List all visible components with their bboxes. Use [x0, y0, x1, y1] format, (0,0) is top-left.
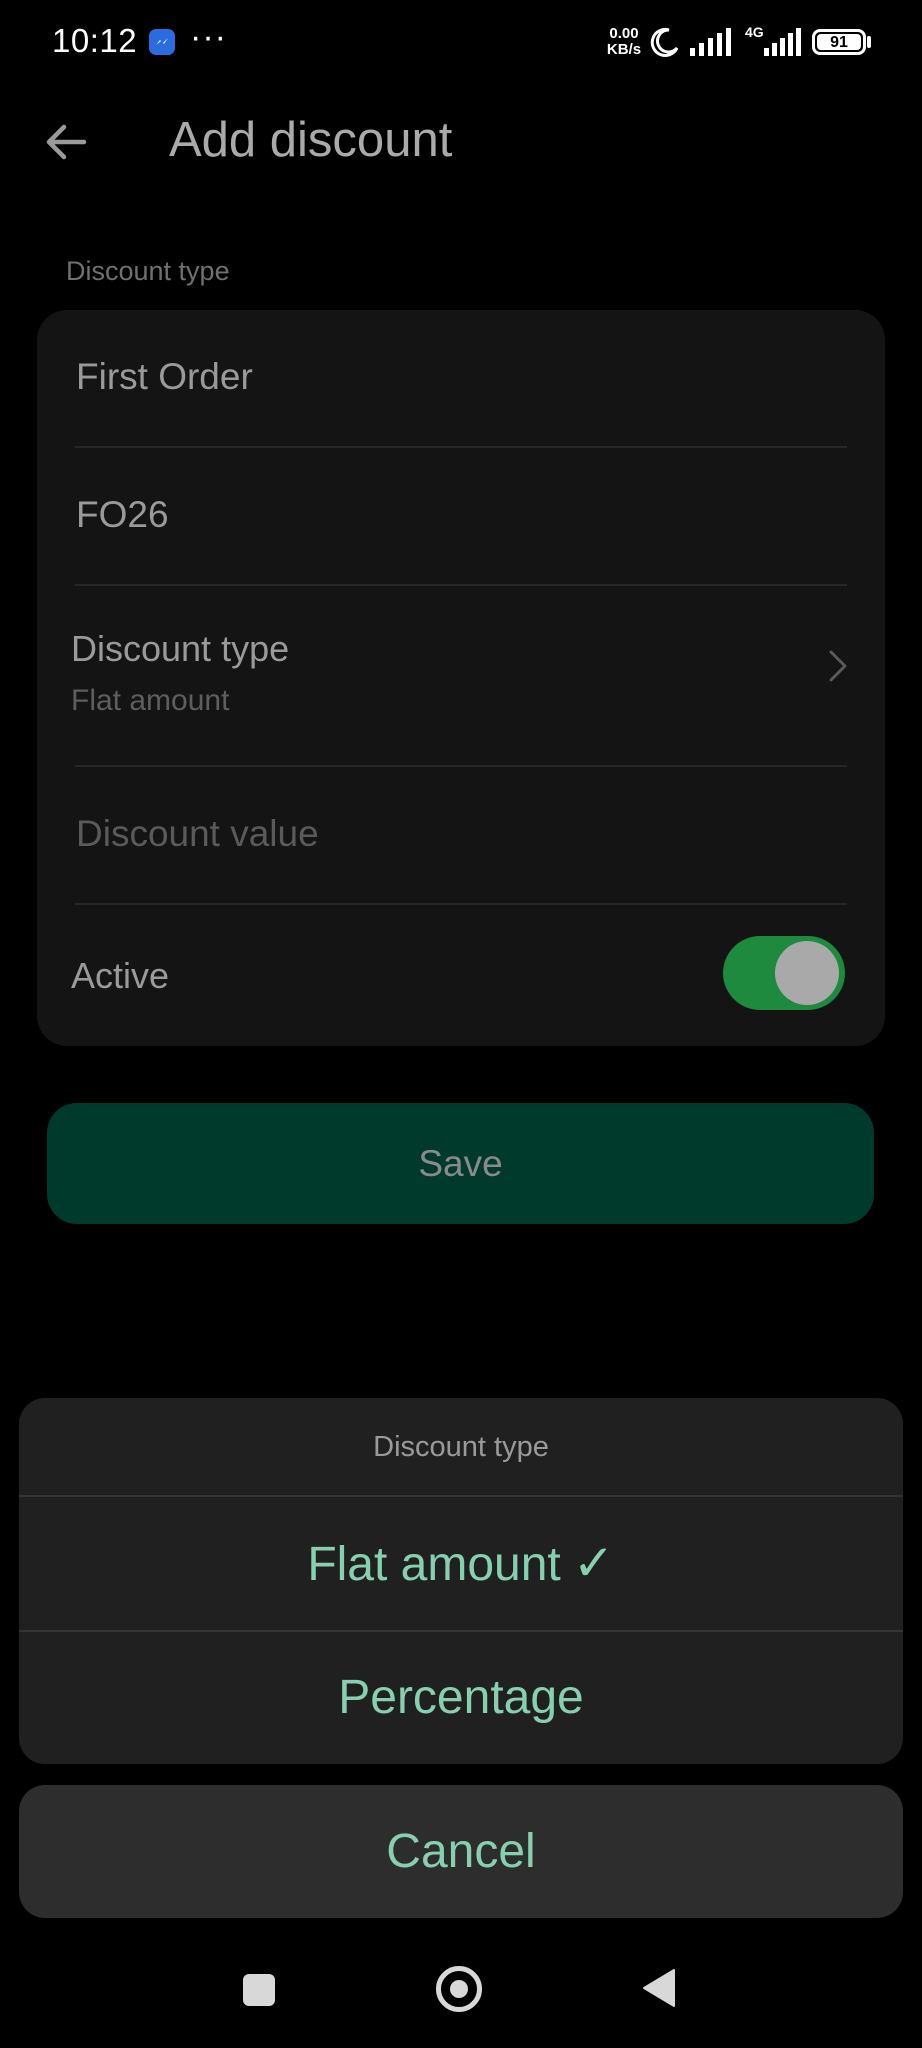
nav-back-icon[interactable] — [642, 1968, 676, 2008]
net-speed-unit: KB/s — [606, 41, 642, 58]
code-value: FO26 — [76, 494, 169, 535]
net-speed-value: 0.00 — [609, 25, 639, 42]
option-label: Percentage — [338, 1671, 584, 1724]
more-notifications-icon: ··· — [190, 18, 227, 56]
name-value: First Order — [76, 356, 253, 397]
discount-value-placeholder: Discount value — [76, 813, 319, 854]
toggle-knob — [775, 941, 839, 1005]
option-label: Flat amount — [307, 1538, 561, 1591]
back-arrow-icon[interactable] — [40, 116, 92, 168]
save-button[interactable]: Save — [47, 1103, 874, 1224]
discount-value-field[interactable]: Discount value — [37, 767, 885, 905]
screen: 10:12 ··· 0.00 KB/s 4G 91 Add discount D… — [0, 0, 922, 2048]
status-time: 10:12 — [52, 22, 138, 59]
nav-home-icon[interactable] — [436, 1966, 482, 2012]
discount-type-row[interactable]: Discount type Flat amount — [37, 586, 885, 766]
option-percentage[interactable]: Percentage — [19, 1632, 903, 1764]
active-row: Active — [37, 905, 885, 1046]
signal-icon-2 — [764, 28, 801, 56]
signal-icon — [690, 28, 731, 56]
option-flat-amount[interactable]: Flat amount ✓ — [19, 1497, 903, 1630]
active-toggle[interactable] — [723, 936, 845, 1010]
discount-type-label: Discount type — [71, 628, 290, 669]
discount-form-card: First Order FO26 Discount type Flat amou… — [37, 310, 885, 1046]
discount-type-action-sheet: Discount type Flat amount ✓ Percentage — [19, 1398, 903, 1764]
name-field[interactable]: First Order — [37, 310, 885, 448]
active-label: Active — [71, 955, 170, 996]
messenger-icon — [149, 29, 175, 55]
battery-icon: 91 — [812, 29, 866, 55]
nav-recents-icon[interactable] — [243, 1974, 275, 2006]
sheet-title: Discount type — [373, 1431, 549, 1463]
chevron-right-icon — [829, 650, 847, 682]
network-type: 4G — [745, 24, 764, 40]
section-label: Discount type — [66, 256, 230, 286]
status-bar: 10:12 ··· 0.00 KB/s 4G 91 — [0, 0, 922, 90]
cancel-button[interactable]: Cancel — [19, 1785, 903, 1918]
code-field[interactable]: FO26 — [37, 448, 885, 586]
moon-icon — [650, 27, 679, 57]
net-speed: 0.00 KB/s — [604, 26, 644, 58]
discount-type-value: Flat amount — [71, 684, 230, 717]
battery-cap — [867, 36, 871, 48]
page-title: Add discount — [169, 113, 453, 167]
nav-home-dot — [450, 1980, 468, 1998]
check-icon: ✓ — [572, 1535, 615, 1591]
battery-level: 91 — [817, 34, 861, 51]
